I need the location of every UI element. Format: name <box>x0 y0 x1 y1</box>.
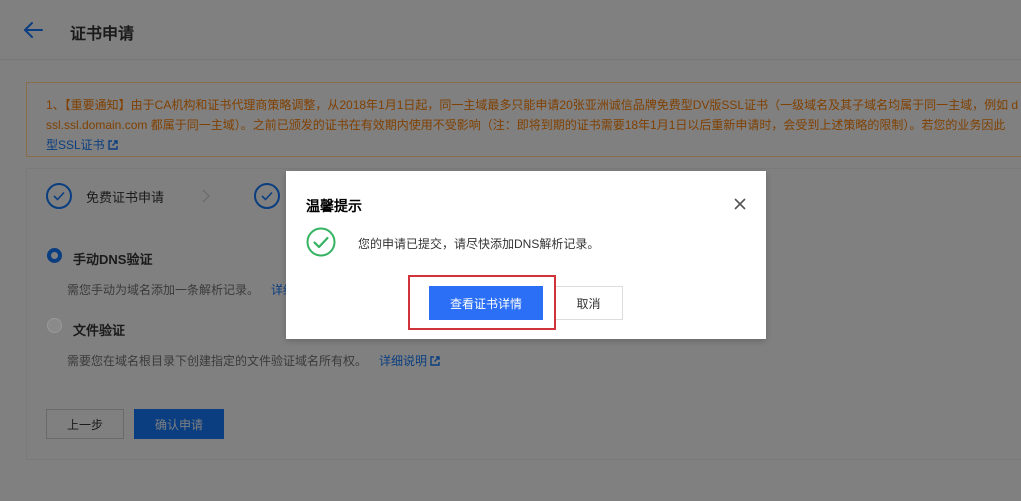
confirm-apply-button[interactable]: 确认申请 <box>134 409 224 439</box>
check-icon <box>261 191 273 201</box>
notice-link[interactable]: 型SSL证书 <box>46 138 105 152</box>
step-check-circle <box>254 183 280 209</box>
check-icon <box>53 191 65 201</box>
success-check-icon <box>306 227 336 257</box>
option-file-verify-title: 文件验证 <box>73 323 126 338</box>
view-cert-details-button[interactable]: 查看证书详情 <box>429 286 543 320</box>
notice-line-3: 型SSL证书 <box>46 135 1021 155</box>
external-link-icon <box>430 356 440 366</box>
dialog-title: 温馨提示 <box>306 198 362 214</box>
option-manual-dns-desc: 需您手动为域名添加一条解析记录。 详细 <box>67 281 295 298</box>
notice-dialog: 温馨提示 您的申请已提交，请尽快添加DNS解析记录。 查看证书详情 取消 <box>286 171 766 339</box>
important-notice: 1、【重要通知】由于CA机构和证书代理商策略调整，从2018年1月1日起，同一主… <box>26 82 1021 157</box>
step-check-circle <box>46 183 72 209</box>
notice-line-2: ssl.ssl.domain.com 都属于同一主域）。之前已颁发的证书在有效期… <box>46 118 1006 132</box>
notice-line-1: 1、【重要通知】由于CA机构和证书代理商策略调整，从2018年1月1日起，同一主… <box>46 98 1019 112</box>
dialog-message: 您的申请已提交，请尽快添加DNS解析记录。 <box>358 237 600 251</box>
prev-step-button[interactable]: 上一步 <box>46 409 124 439</box>
cancel-button[interactable]: 取消 <box>554 286 623 320</box>
external-link-icon <box>107 140 118 150</box>
step-domain-verify <box>254 181 280 211</box>
page-title: 证书申请 <box>70 26 135 43</box>
file-verify-detail-link[interactable]: 详细说明 <box>379 354 427 368</box>
step-label: 免费证书申请 <box>86 189 165 205</box>
option-manual-dns-title: 手动DNS验证 <box>73 252 153 267</box>
option-file-verify-desc: 需要您在域名根目录下创建指定的文件验证域名所有权。 详细说明 <box>67 352 440 369</box>
radio-manual-dns[interactable] <box>47 248 62 263</box>
close-icon[interactable] <box>734 198 746 210</box>
page-header: 证书申请 <box>0 0 1021 60</box>
chevron-right-icon <box>202 189 210 203</box>
option-desc-text: 需您手动为域名添加一条解析记录。 <box>67 283 260 297</box>
option-desc-text: 需要您在域名根目录下创建指定的文件验证域名所有权。 <box>67 354 368 368</box>
notice-text: 1、【重要通知】由于CA机构和证书代理商策略调整，从2018年1月1日起，同一主… <box>46 95 1021 155</box>
step-free-cert-apply: 免费证书申请 <box>46 181 164 211</box>
back-arrow-icon[interactable] <box>22 20 44 40</box>
radio-file-verify[interactable] <box>47 318 62 333</box>
